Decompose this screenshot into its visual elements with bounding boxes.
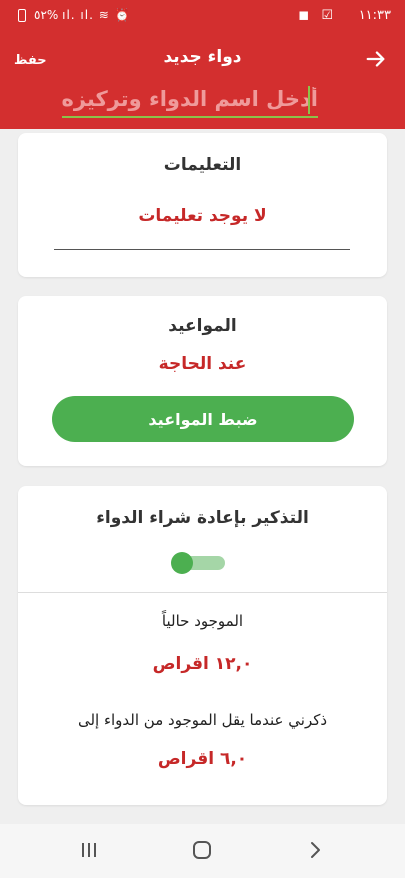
battery-icon xyxy=(18,9,26,22)
battery-percent: ٥٢% xyxy=(34,8,59,22)
refill-divider xyxy=(18,592,387,593)
status-bar: ٥٢% ıl. ıl. ≋ ⏰ ◼ ☑ ١١:٣٣ xyxy=(0,0,405,32)
status-left-icons: ٥٢% ıl. ıl. ≋ ⏰ xyxy=(34,8,131,22)
home-icon[interactable] xyxy=(192,840,212,860)
instructions-title: التعليمات xyxy=(163,155,242,175)
save-button[interactable]: حفظ xyxy=(14,53,47,68)
notification-icons: ◼ ☑ xyxy=(298,8,337,23)
refill-toggle[interactable] xyxy=(171,552,227,574)
recents-icon[interactable] xyxy=(80,840,98,860)
schedule-title: المواعيد xyxy=(168,316,237,336)
medicine-name-input[interactable] xyxy=(62,82,318,118)
text-cursor xyxy=(308,86,310,114)
set-schedule-button[interactable]: ضبط المواعيد xyxy=(52,396,354,442)
refill-title: التذكير بإعادة شراء الدواء xyxy=(96,508,309,528)
signal-wifi-alarm-icons: ıl. ıl. ≋ ⏰ xyxy=(62,8,131,22)
instructions-underline xyxy=(54,249,350,250)
back-icon[interactable] xyxy=(308,840,322,860)
status-time: ١١:٣٣ xyxy=(358,8,391,23)
current-stock-value[interactable]: ١٢,٠ اقراص xyxy=(18,654,387,674)
toggle-thumb xyxy=(171,552,193,574)
remind-threshold-label: ذكرني عندما يقل الموجود من الدواء إلى xyxy=(77,711,328,729)
remind-threshold-value[interactable]: ٦,٠ اقراص xyxy=(18,749,387,769)
page-title: دواء جديد xyxy=(163,47,242,67)
instructions-card[interactable]: التعليمات لا يوجد تعليمات xyxy=(18,133,387,277)
instructions-value[interactable]: لا يوجد تعليمات xyxy=(18,206,387,226)
system-nav-bar xyxy=(0,824,405,878)
current-stock-label: الموجود حالياً xyxy=(161,612,244,630)
app-bar: دواء جديد حفظ xyxy=(0,32,405,129)
schedule-card: المواعيد عند الحاجة ضبط المواعيد xyxy=(18,296,387,466)
schedule-value: عند الحاجة xyxy=(158,354,247,374)
refill-card: التذكير بإعادة شراء الدواء الموجود حاليا… xyxy=(18,486,387,805)
